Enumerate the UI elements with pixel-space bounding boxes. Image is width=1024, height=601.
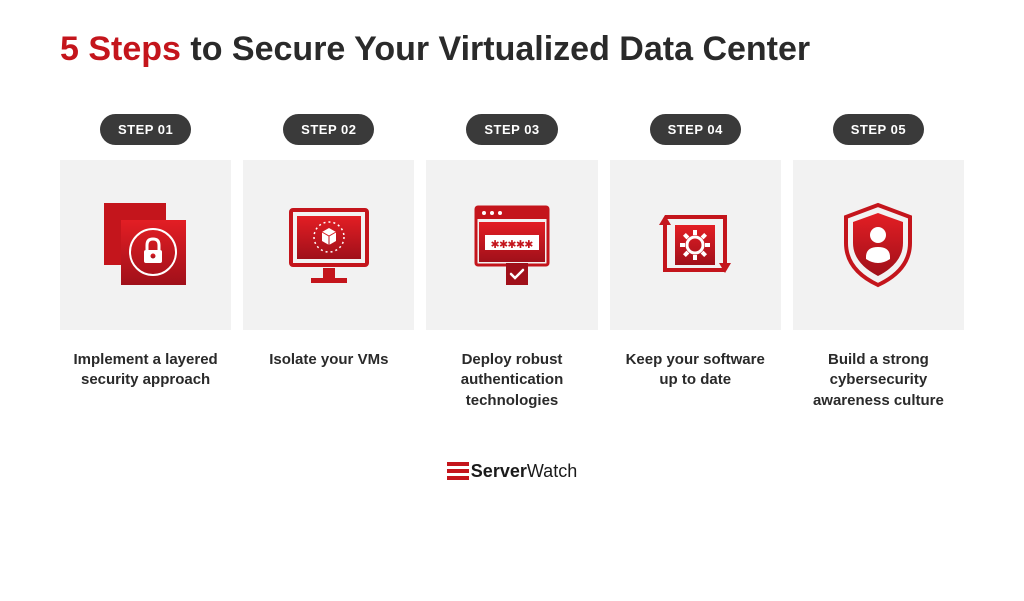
svg-text:✱✱✱✱✱: ✱✱✱✱✱	[491, 236, 534, 252]
footer-brand-bold: Server	[471, 461, 527, 481]
step-badge: STEP 04	[650, 114, 741, 145]
icon-box	[243, 160, 414, 330]
step-column-4: STEP 04	[610, 114, 781, 411]
step-badge: STEP 02	[283, 114, 374, 145]
title-accent: 5 Steps	[60, 30, 181, 68]
step-column-2: STEP 02 Isolate your VMs	[243, 114, 414, 411]
footer-brand-light: Watch	[527, 461, 577, 481]
icon-box	[60, 160, 231, 330]
icon-box	[793, 160, 964, 330]
page-title: 5 Steps to Secure Your Virtualized Data …	[60, 30, 964, 69]
step-description: Deploy robust authentication technologie…	[426, 350, 597, 411]
footer-logo: ServerWatch	[60, 461, 964, 482]
monitor-cube-icon	[279, 195, 379, 295]
step-column-3: STEP 03 ✱✱✱✱✱ Dep	[426, 114, 597, 411]
icon-box: ✱✱✱✱✱	[426, 160, 597, 330]
shield-user-icon	[828, 195, 928, 295]
step-column-5: STEP 05 Build a strong cybersecurity awa…	[793, 114, 964, 411]
step-description: Implement a layered security approach	[60, 350, 231, 391]
step-badge: STEP 01	[100, 114, 191, 145]
step-description: Keep your software up to date	[610, 350, 781, 391]
password-window-icon: ✱✱✱✱✱	[462, 195, 562, 295]
icon-box	[610, 160, 781, 330]
step-description: Isolate your VMs	[263, 350, 394, 370]
server-icon	[447, 462, 465, 480]
layered-lock-icon	[96, 195, 196, 295]
step-badge: STEP 05	[833, 114, 924, 145]
update-gear-icon	[645, 195, 745, 295]
step-badge: STEP 03	[466, 114, 557, 145]
steps-container: STEP 01 Implement a layered security app…	[60, 114, 964, 411]
title-rest: to Secure Your Virtualized Data Center	[181, 30, 810, 68]
step-column-1: STEP 01 Implement a layered security app…	[60, 114, 231, 411]
step-description: Build a strong cybersecurity awareness c…	[793, 350, 964, 411]
